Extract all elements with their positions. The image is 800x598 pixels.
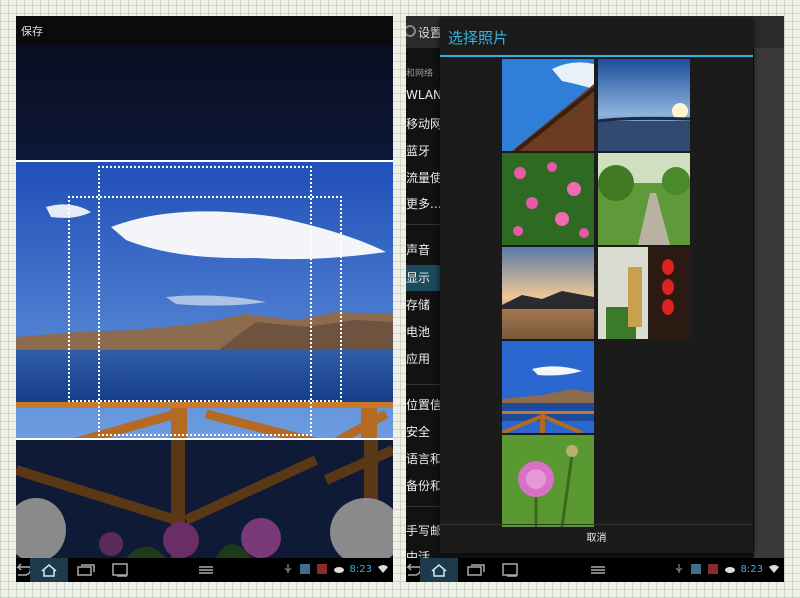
home-icon[interactable] [420, 558, 458, 582]
settings-item-mobile-network[interactable]: 移动网 [406, 115, 442, 132]
lake-railing-photo [502, 341, 594, 433]
red-lanterns-photo [598, 247, 690, 339]
settings-item-backup[interactable]: 备份和 [406, 477, 442, 494]
settings-item-storage[interactable]: 存储 [406, 296, 430, 313]
app-notification-icon [316, 564, 327, 574]
settings-item-battery[interactable]: 电池 [406, 323, 430, 340]
garden-path-photo [598, 153, 690, 245]
railing-flowers-photo [16, 440, 393, 558]
sunset-over-water-photo [598, 59, 690, 151]
select-photo-dialog: 选择照片 取消 [440, 19, 753, 553]
save-button[interactable]: 保存 [21, 23, 43, 39]
dialog-title-divider [440, 55, 753, 57]
settings-item-apps[interactable]: 应用 [406, 350, 430, 367]
wifi-icon [769, 565, 779, 573]
photo-thumbnail[interactable] [598, 59, 690, 151]
photo-outside-crop-top [16, 44, 393, 160]
photo-thumbnail[interactable] [502, 153, 594, 245]
weather-icon [333, 567, 344, 573]
crop-guide-landscape[interactable] [68, 196, 342, 402]
photo-thumbnail[interactable] [502, 59, 594, 151]
settings-item-language[interactable]: 语言和 [406, 450, 442, 467]
clock: 8:23 [349, 563, 372, 575]
photo-thumbnail[interactable] [598, 247, 690, 339]
photo-outside-crop-bottom [16, 440, 393, 558]
dialog-title: 选择照片 [448, 29, 509, 47]
settings-right-strip [754, 48, 784, 558]
settings-category-network: 和网络 [406, 69, 434, 79]
settings-item-security[interactable]: 安全 [406, 423, 430, 440]
settings-item-display[interactable]: 显示 [406, 269, 430, 286]
photo-thumbnail[interactable] [502, 435, 594, 527]
home-icon[interactable] [30, 558, 68, 582]
cancel-button[interactable]: 取消 [440, 525, 753, 553]
screenshot-notification-icon [690, 564, 701, 574]
usb-icon [675, 564, 682, 573]
settings-item-data-usage[interactable]: 流量使 [406, 169, 442, 186]
photo-grid [502, 59, 690, 527]
navigation-bar: 8:23 [16, 558, 393, 582]
settings-item-wlan[interactable]: WLAN [406, 88, 442, 102]
dialog-footer: 取消 [440, 524, 753, 553]
photo-thumbnail[interactable] [502, 341, 594, 433]
screenshot-notification-icon [299, 564, 310, 574]
app-notification-icon [707, 564, 718, 574]
picker-screen: 设置 和网络 WLAN 移动网 蓝牙 流量使 更多... 声音 显示 存储 电池… [406, 16, 784, 582]
settings-item-bluetooth[interactable]: 蓝牙 [406, 142, 430, 159]
photo-thumbnail[interactable] [502, 247, 594, 339]
gear-icon [406, 25, 416, 37]
crop-topbar: 保存 [16, 16, 393, 44]
wifi-icon [378, 565, 388, 573]
settings-separator [406, 224, 442, 225]
lake-dusk-photo [502, 247, 594, 339]
screenshot-icon[interactable] [104, 558, 136, 582]
weather-icon [724, 567, 735, 573]
settings-item-more[interactable]: 更多... [406, 195, 441, 212]
settings-item-handwriting[interactable]: 手写邮 [406, 522, 442, 539]
roof-eaves-sky-photo [502, 59, 594, 151]
menu-icon[interactable] [190, 558, 222, 582]
recents-icon[interactable] [70, 558, 102, 582]
settings-title: 设置 [418, 26, 443, 40]
navigation-bar: 8:23 [406, 558, 784, 582]
clock: 8:23 [740, 563, 763, 575]
settings-item-sound[interactable]: 声音 [406, 241, 430, 258]
status-area: 8:23 [282, 563, 389, 575]
photo-thumbnail[interactable] [598, 153, 690, 245]
settings-item-location[interactable]: 位置信 [406, 396, 442, 413]
status-area: 8:23 [673, 563, 780, 575]
crop-screen: 保存 8:23 [16, 16, 393, 582]
screenshot-icon[interactable] [494, 558, 526, 582]
pink-flowers-photo [502, 153, 594, 245]
settings-separator [406, 506, 442, 507]
pink-pompom-flower-photo [502, 435, 594, 527]
settings-separator [406, 384, 442, 385]
usb-icon [284, 564, 291, 573]
menu-icon[interactable] [582, 558, 614, 582]
recents-icon[interactable] [460, 558, 492, 582]
